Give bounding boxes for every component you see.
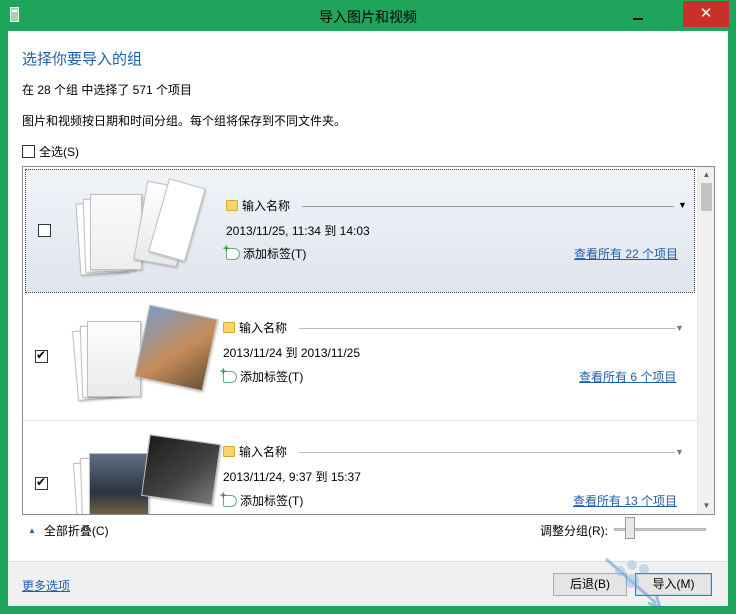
group-name-field[interactable]: 输入名称 [226,197,290,214]
group-date-range: 2013/11/24, 9:37 到 15:37 [223,470,361,484]
group-checkbox[interactable] [38,224,51,237]
chevron-up-icon: ▲ [28,526,36,535]
folder-icon [223,322,235,333]
minimize-icon [633,18,643,20]
name-underline [299,452,675,453]
scroll-up-icon[interactable]: ▲ [698,167,714,183]
minimize-button[interactable] [625,1,651,27]
close-icon: ✕ [699,5,713,22]
add-tag-icon [223,243,240,260]
group-date-range: 2013/11/25, 11:34 到 14:03 [226,224,370,238]
folder-icon [223,446,235,457]
name-underline [302,206,674,207]
add-tag-label: 添加标签(T) [240,370,304,384]
select-all[interactable]: 全选(S) [22,143,79,160]
group-thumbnail [70,178,218,284]
grouping-description: 图片和视频按日期和时间分组。每个组将保存到不同文件夹。 [22,114,347,128]
select-all-label: 全选(S) [39,145,79,159]
dialog-content: 选择你要导入的组 在 28 个组 中选择了 571 个项目 图片和视频按日期和时… [8,31,728,610]
watermark-logo [605,557,663,610]
grouping-slider-thumb[interactable] [625,517,635,539]
close-button[interactable]: ✕ [683,1,729,27]
group-list[interactable]: 输入名称 ▼ 2013/11/25, 11:34 到 14:03 添加标签(T)… [22,166,715,515]
group-name-field[interactable]: 输入名称 [223,443,287,460]
add-tag-icon [220,490,237,507]
group-date-range: 2013/11/24 到 2013/11/25 [223,346,361,360]
selection-summary: 在 28 个组 中选择了 571 个项目 [22,83,193,97]
group-item[interactable]: 输入名称 ▼ 2013/11/24, 9:37 到 15:37 添加标签(T) … [23,421,697,514]
page-title: 选择你要导入的组 [22,51,143,68]
group-name-placeholder: 输入名称 [239,445,288,459]
add-tag-icon [220,366,237,383]
group-thumbnail [67,304,218,409]
group-name-placeholder: 输入名称 [239,321,288,335]
group-checkbox[interactable] [35,348,48,363]
vertical-scrollbar[interactable]: ▲ ▼ [697,167,714,514]
more-options-link[interactable]: 更多选项 [22,577,70,594]
add-tag-button[interactable]: 添加标签(T) [223,243,307,262]
group-checkbox[interactable] [35,475,48,490]
add-tag-button[interactable]: 添加标签(T) [220,366,304,385]
name-underline [299,328,675,329]
collapse-all-label: 全部折叠(C) [43,524,109,538]
chevron-down-icon[interactable]: ▼ [675,447,684,457]
group-thumbnail [67,431,221,514]
group-name-field[interactable]: 输入名称 [223,319,287,336]
view-all-link[interactable]: 查看所有 22 个项目 [574,245,678,262]
add-tag-button[interactable]: 添加标签(T) [220,490,304,509]
group-item[interactable]: 输入名称 ▼ 2013/11/24 到 2013/11/25 添加标签(T) 查… [23,295,697,421]
add-tag-label: 添加标签(T) [243,247,307,261]
adjust-grouping-label: 调整分组(R): [540,524,608,538]
view-all-link[interactable]: 查看所有 13 个项目 [573,492,677,509]
group-item[interactable]: 输入名称 ▼ 2013/11/25, 11:34 到 14:03 添加标签(T)… [25,169,695,293]
add-tag-label: 添加标签(T) [240,494,304,508]
chevron-down-icon[interactable]: ▼ [675,323,684,333]
chevron-down-icon[interactable]: ▼ [678,200,687,210]
folder-icon [226,200,238,211]
group-name-placeholder: 输入名称 [242,199,291,213]
select-all-checkbox[interactable] [22,145,35,158]
collapse-all-button[interactable]: ▲ 全部折叠(C) [28,522,109,539]
import-window: 导入图片和视频 ✕ 选择你要导入的组 在 28 个组 中选择了 571 个项目 … [0,0,736,614]
scroll-down-icon[interactable]: ▼ [698,498,714,514]
view-all-link[interactable]: 查看所有 6 个项目 [579,368,676,385]
title-bar[interactable]: 导入图片和视频 ✕ [0,0,736,31]
scroll-thumb[interactable] [701,183,712,211]
